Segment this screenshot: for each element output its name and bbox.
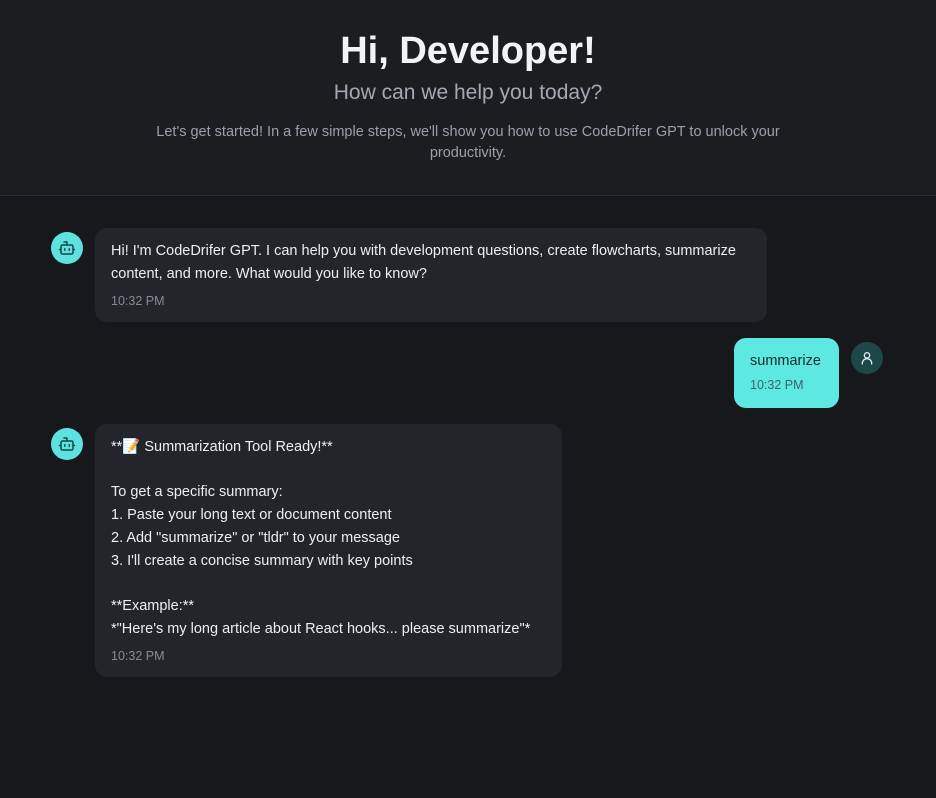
message-text: **📝 Summarization Tool Ready!** To get a… — [111, 439, 531, 637]
chat-page: Hi, Developer! How can we help you today… — [0, 0, 936, 798]
message-timestamp: 10:32 PM — [750, 377, 804, 392]
welcome-header: Hi, Developer! How can we help you today… — [0, 0, 936, 196]
user-icon — [859, 350, 875, 366]
user-avatar — [851, 342, 883, 374]
bot-message-bubble: Hi! I'm CodeDrifer GPT. I can help you w… — [95, 228, 767, 322]
message-timestamp: 10:32 PM — [111, 649, 165, 664]
page-subtitle: How can we help you today? — [333, 81, 603, 104]
intro-text: Let's get started! In a few simple steps… — [156, 124, 780, 161]
bot-avatar — [51, 232, 83, 264]
bot-message-bubble: **📝 Summarization Tool Ready!** To get a… — [95, 424, 562, 677]
bot-avatar — [51, 428, 83, 460]
user-message-bubble: summarize 10:32 PM — [734, 338, 839, 408]
message-text: Hi! I'm CodeDrifer GPT. I can help you w… — [111, 243, 740, 282]
message-text: summarize — [750, 353, 821, 369]
robot-icon — [58, 435, 76, 453]
robot-icon — [58, 239, 76, 257]
page-title: Hi, Developer! — [340, 30, 596, 72]
message-timestamp: 10:32 PM — [111, 294, 165, 309]
